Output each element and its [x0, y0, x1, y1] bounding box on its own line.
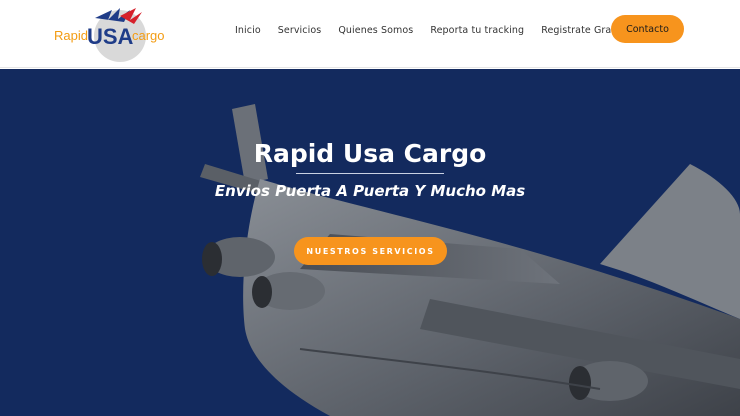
site-header: Rapid USA cargo Inicio Servicios Quienes… — [0, 0, 740, 68]
contact-button[interactable]: Contacto — [611, 15, 684, 43]
hero-subtitle: Envios Puerta A Puerta Y Mucho Mas — [214, 182, 526, 200]
nav-reporta-tracking[interactable]: Reporta tu tracking — [430, 25, 524, 36]
title-divider — [296, 173, 444, 174]
svg-text:Rapid: Rapid — [54, 28, 88, 43]
our-services-button[interactable]: NUESTROS SERVICIOS — [294, 237, 447, 265]
hero-title: Rapid Usa Cargo — [253, 139, 487, 168]
nav-servicios[interactable]: Servicios — [278, 25, 322, 36]
svg-text:USA: USA — [87, 24, 134, 49]
nav-inicio[interactable]: Inicio — [235, 25, 261, 36]
nav-quienes-somos[interactable]: Quienes Somos — [338, 25, 413, 36]
svg-text:cargo: cargo — [132, 28, 165, 43]
hero-section: Rapid Usa Cargo Envios Puerta A Puerta Y… — [0, 69, 740, 416]
main-nav: Inicio Servicios Quienes Somos Reporta t… — [235, 0, 640, 60]
rapid-usa-cargo-logo[interactable]: Rapid USA cargo — [50, 4, 175, 64]
